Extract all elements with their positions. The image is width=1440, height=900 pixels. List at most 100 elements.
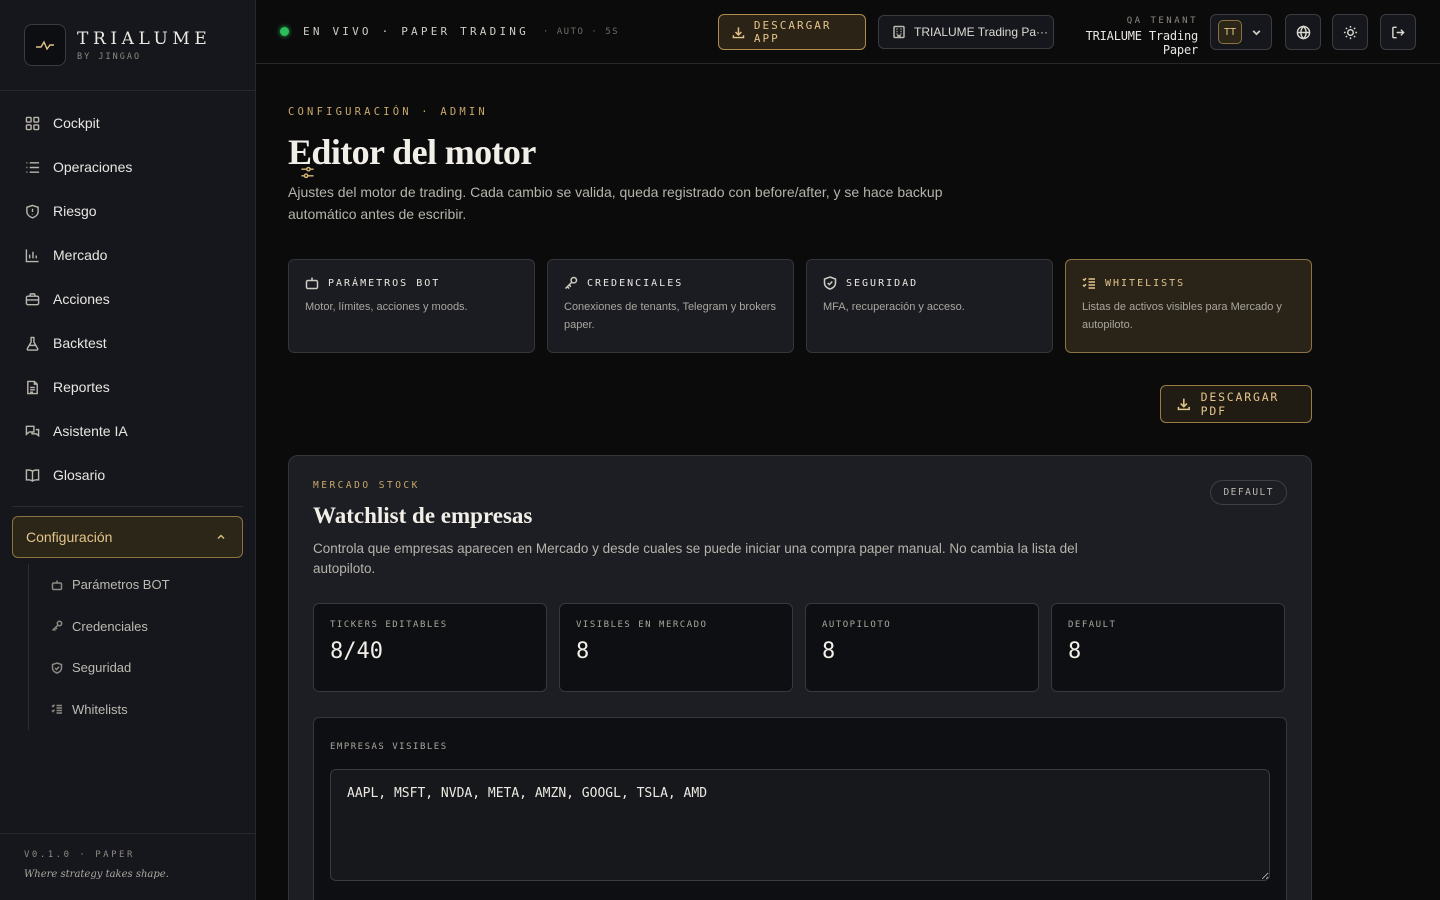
subnav-item-credenciales[interactable]: Credenciales	[51, 606, 243, 648]
shield-check-icon	[823, 276, 837, 290]
subnav-item-whitelists[interactable]: Whitelists	[51, 689, 243, 731]
auto-refresh-text: · AUTO · 5S	[542, 26, 620, 37]
stat-card: AUTOPILOTO 8	[805, 603, 1039, 692]
sidebar-item-backtest[interactable]: Backtest	[12, 321, 243, 365]
key-icon	[564, 276, 578, 290]
logout-button[interactable]	[1380, 14, 1416, 50]
download-app-label: DESCARGAR APP	[753, 19, 832, 45]
stat-label: DEFAULT	[1068, 620, 1117, 630]
bar-chart-icon	[25, 248, 39, 262]
download-pdf-button[interactable]: DESCARGAR PDF	[1160, 385, 1312, 423]
section-card-desc: Listas de activos visibles para Mercado …	[1082, 301, 1282, 331]
globe-icon	[1296, 24, 1310, 40]
section-card-whitelists[interactable]: WHITELISTS Listas de activos visibles pa…	[1065, 259, 1312, 353]
watchlist-stats: TICKERS EDITABLES 8/40 VISIBLES EN MERCA…	[313, 603, 1287, 692]
sidebar-item-riesgo[interactable]: Riesgo	[12, 189, 243, 233]
subnav-item-label: Credenciales	[72, 618, 148, 634]
page-description: Ajustes del motor de trading. Cada cambi…	[288, 184, 943, 222]
tenant-name: TRIALUME Trading Paper	[1085, 29, 1199, 57]
visible-companies-box: EMPRESAS VISIBLES AAPL, MSFT, NVDA, META…	[313, 717, 1287, 900]
sidebar-item-label: Acciones	[53, 291, 110, 307]
brand-sub: BY JINGAO	[77, 51, 142, 62]
stat-value: 8	[822, 639, 836, 664]
tenant-selector[interactable]: TRIALUME Trading Pa···	[878, 15, 1054, 49]
section-card-title: CREDENCIALES	[587, 277, 684, 289]
book-icon	[25, 468, 40, 482]
grid-icon	[25, 116, 40, 130]
section-card-desc: Conexiones de tenants, Telegram y broker…	[564, 301, 776, 331]
sidebar: TRIALUME BY JINGAO Cockpit Operaciones R…	[0, 0, 314, 900]
section-card-desc: MFA, recuperación y acceso.	[823, 301, 965, 313]
stat-card: VISIBLES EN MERCADO 8	[559, 603, 793, 692]
download-app-button[interactable]: DESCARGAR APP	[718, 14, 866, 50]
shield-icon	[26, 204, 39, 219]
tenant-selector-label: TRIALUME Trading Pa···	[914, 25, 1049, 39]
sidebar-item-label: Reportes	[53, 379, 110, 395]
download-icon	[1177, 398, 1190, 411]
sidebar-item-reportes[interactable]: Reportes	[12, 365, 243, 409]
sidebar-item-configuracion[interactable]: Configuración	[12, 166, 314, 558]
sidebar-item-label: Configuración	[26, 529, 113, 545]
sidebar-item-label: Mercado	[53, 247, 108, 263]
sidebar-item-label: Cockpit	[53, 115, 100, 131]
checklist-icon	[51, 704, 62, 714]
flask-icon	[26, 336, 39, 351]
subnav-item-label: Whitelists	[72, 701, 128, 717]
download-icon	[732, 26, 745, 38]
chat-icon	[25, 425, 40, 437]
stat-label: TICKERS EDITABLES	[330, 620, 448, 630]
user-menu-button[interactable]: TT	[1210, 14, 1272, 50]
sidebar-item-operaciones[interactable]: Operaciones	[12, 145, 243, 189]
brand[interactable]: TRIALUME BY JINGAO	[0, 0, 255, 91]
live-status-dot	[280, 27, 289, 36]
theme-toggle-button[interactable]	[1332, 14, 1368, 50]
subnav-item-label: Seguridad	[72, 660, 132, 676]
main-nav: Cockpit Operaciones Riesgo Mercado Accio…	[12, 101, 314, 730]
sidebar-item-cockpit[interactable]: Cockpit	[12, 101, 243, 145]
language-button[interactable]	[1285, 14, 1321, 50]
panel-description: Controla que empresas aparecen en Mercad…	[313, 541, 1078, 576]
config-sections: PARÁMETROS BOT Motor, límites, acciones …	[288, 259, 1312, 353]
section-card-seguridad[interactable]: SEGURIDAD MFA, recuperación y acceso.	[806, 259, 1053, 353]
sun-icon	[1343, 25, 1357, 39]
live-status-text: EN VIVO · PAPER TRADING	[303, 25, 529, 38]
panel-title: Watchlist de empresas	[313, 503, 533, 528]
sidebar-item-label: Glosario	[53, 467, 106, 483]
sidebar-item-mercado[interactable]: Mercado	[12, 233, 243, 277]
config-subnav: Parámetros BOT Credenciales Seguridad Wh…	[28, 564, 243, 730]
building-icon	[893, 25, 905, 39]
subnav-item-seguridad[interactable]: Seguridad	[51, 647, 243, 689]
topbar: EN VIVO · PAPER TRADING · AUTO · 5S DESC…	[256, 0, 1440, 64]
tagline: Where strategy takes shape.	[24, 869, 169, 880]
version-label: V0.1.0 · PAPER	[24, 850, 135, 860]
status-badge: DEFAULT	[1210, 480, 1287, 505]
main-content: CONFIGURACIÓN · ADMIN Editor del motor A…	[288, 64, 1312, 900]
briefcase-icon	[25, 292, 40, 305]
section-card-title: PARÁMETROS BOT	[328, 277, 441, 289]
section-card-title: SEGURIDAD	[846, 277, 919, 289]
bot-icon	[305, 277, 319, 290]
section-card-credenciales[interactable]: CREDENCIALES Conexiones de tenants, Tele…	[547, 259, 794, 353]
stat-value: 8	[1068, 639, 1082, 664]
checklist-icon	[1082, 277, 1095, 289]
chevron-up-icon[interactable]	[216, 532, 226, 542]
sidebar-item-label: Riesgo	[53, 203, 97, 219]
panel-eyebrow: MERCADO STOCK	[313, 480, 420, 491]
sidebar-item-asistente-ia[interactable]: Asistente IA	[12, 409, 243, 453]
visible-companies-input[interactable]: AAPL, MSFT, NVDA, META, AMZN, GOOGL, TSL…	[330, 769, 1270, 881]
stat-label: VISIBLES EN MERCADO	[576, 620, 708, 630]
watchlist-panel: MERCADO STOCK DEFAULT Watchlist de empre…	[288, 455, 1312, 900]
stat-card: DEFAULT 8	[1051, 603, 1285, 692]
sidebar-item-glosario[interactable]: Glosario	[12, 453, 243, 497]
stat-label: AUTOPILOTO	[822, 620, 892, 630]
section-card-parametros-bot[interactable]: PARÁMETROS BOT Motor, límites, acciones …	[288, 259, 535, 353]
sidebar-item-label: Asistente IA	[53, 423, 128, 439]
bot-icon	[51, 580, 63, 590]
page-title: Editor del motor	[288, 132, 536, 172]
key-icon	[51, 620, 63, 632]
sidebar-item-label: Operaciones	[53, 159, 133, 175]
tenant-info: QA TENANT TRIALUME Trading Paper	[1062, 16, 1199, 57]
subnav-item-parametros-bot[interactable]: Parámetros BOT	[51, 564, 243, 606]
sidebar-item-acciones[interactable]: Acciones	[12, 277, 243, 321]
page-eyebrow: CONFIGURACIÓN · ADMIN	[288, 106, 488, 118]
